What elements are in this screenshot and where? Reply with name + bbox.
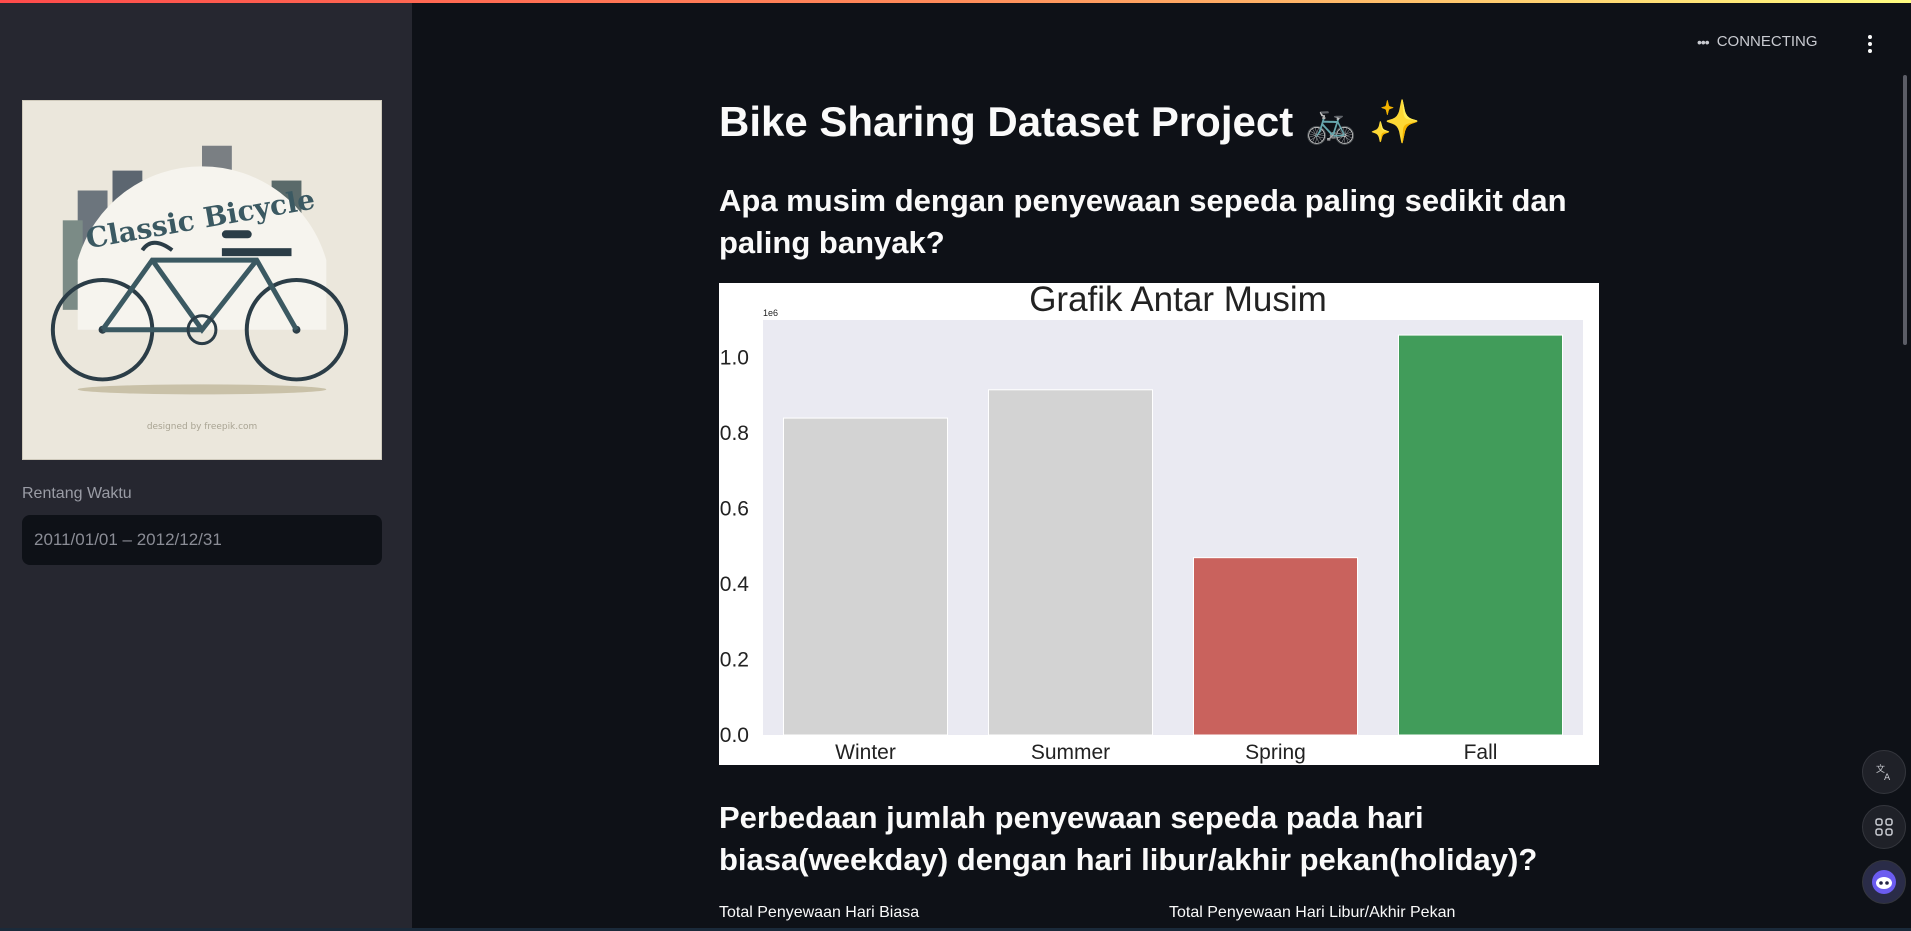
assistant-button[interactable] <box>1862 860 1906 904</box>
date-range-input[interactable] <box>22 515 382 565</box>
x-tick-label-spring: Spring <box>1245 741 1306 764</box>
y-tick-label: 0.6 <box>720 498 749 521</box>
main-area: ••• CONNECTING Bike Sharing Dataset Proj… <box>412 0 1911 931</box>
y-axis-ticks: 0.0 0.2 0.4 0.6 0.8 1.0 <box>720 347 750 747</box>
sidebar: Classic Bicycle designed by freepik.com … <box>0 0 412 931</box>
sidebar-image-credit: designed by freepik.com <box>147 422 257 432</box>
svg-text:A: A <box>1884 773 1891 782</box>
y-tick-label: 1.0 <box>720 347 749 370</box>
x-tick-label-fall: Fall <box>1464 741 1498 764</box>
vertical-ellipsis-dot <box>1868 42 1872 46</box>
metric-label-weekday: Total Penyewaan Hari Biasa <box>719 904 920 921</box>
page-title: Bike Sharing Dataset Project 🚲 ✨ <box>719 98 1422 145</box>
bar-fall <box>1398 334 1563 736</box>
scrollbar-thumb[interactable] <box>1903 75 1907 345</box>
date-range-label: Rentang Waktu <box>22 485 132 502</box>
chart-title: Grafik Antar Musim <box>1029 283 1327 319</box>
assistant-icon <box>1872 870 1896 894</box>
vertical-ellipsis-dot <box>1868 49 1872 53</box>
main-menu-button[interactable] <box>1860 30 1880 58</box>
sidebar-bicycle-image: Classic Bicycle designed by freepik.com <box>22 100 382 460</box>
connecting-indicator-icon: ••• <box>1697 33 1710 50</box>
connection-status: ••• CONNECTING <box>1697 33 1818 50</box>
bar-spring <box>1193 557 1358 736</box>
connection-status-text: CONNECTING <box>1716 33 1818 50</box>
translate-button[interactable]: 文 A <box>1862 750 1906 794</box>
scrollbar[interactable] <box>1903 75 1909 345</box>
metric-label-holiday: Total Penyewaan Hari Libur/Akhir Pekan <box>1169 904 1456 921</box>
y-tick-label: 0.2 <box>720 649 749 672</box>
section-heading-seasons: Apa musim dengan penyewaan sepeda paling… <box>719 183 1567 260</box>
x-tick-label-summer: Summer <box>1031 741 1110 764</box>
chart-svg: Grafik Antar Musim 1e6 0.0 0.2 0.4 0.6 0.8 1.… <box>720 283 1583 764</box>
section-heading-weekday-holiday: Perbedaan jumlah penyewaan sepeda pada h… <box>719 800 1538 877</box>
x-tick-label-winter: Winter <box>835 741 896 764</box>
apps-icon <box>1875 818 1893 836</box>
x-axis-ticks: Winter Summer Spring Fall <box>835 741 1497 764</box>
bar-winter <box>783 417 948 736</box>
vertical-ellipsis-icon <box>1868 35 1872 39</box>
y-tick-label: 0.0 <box>720 724 749 747</box>
classic-bicycle-illustration: Classic Bicycle designed by freepik.com <box>23 101 381 459</box>
translate-icon: 文 A <box>1876 763 1891 782</box>
season-bar-chart: Grafik Antar Musim 1e6 0.0 0.2 0.4 0.6 0.8 1.… <box>719 283 1599 765</box>
top-decoration-bar <box>0 0 1911 3</box>
y-tick-label: 0.8 <box>720 422 749 445</box>
y-scale-label: 1e6 <box>763 308 778 318</box>
bar-summer <box>988 389 1153 736</box>
y-tick-label: 0.4 <box>720 573 750 596</box>
apps-button[interactable] <box>1862 805 1906 849</box>
